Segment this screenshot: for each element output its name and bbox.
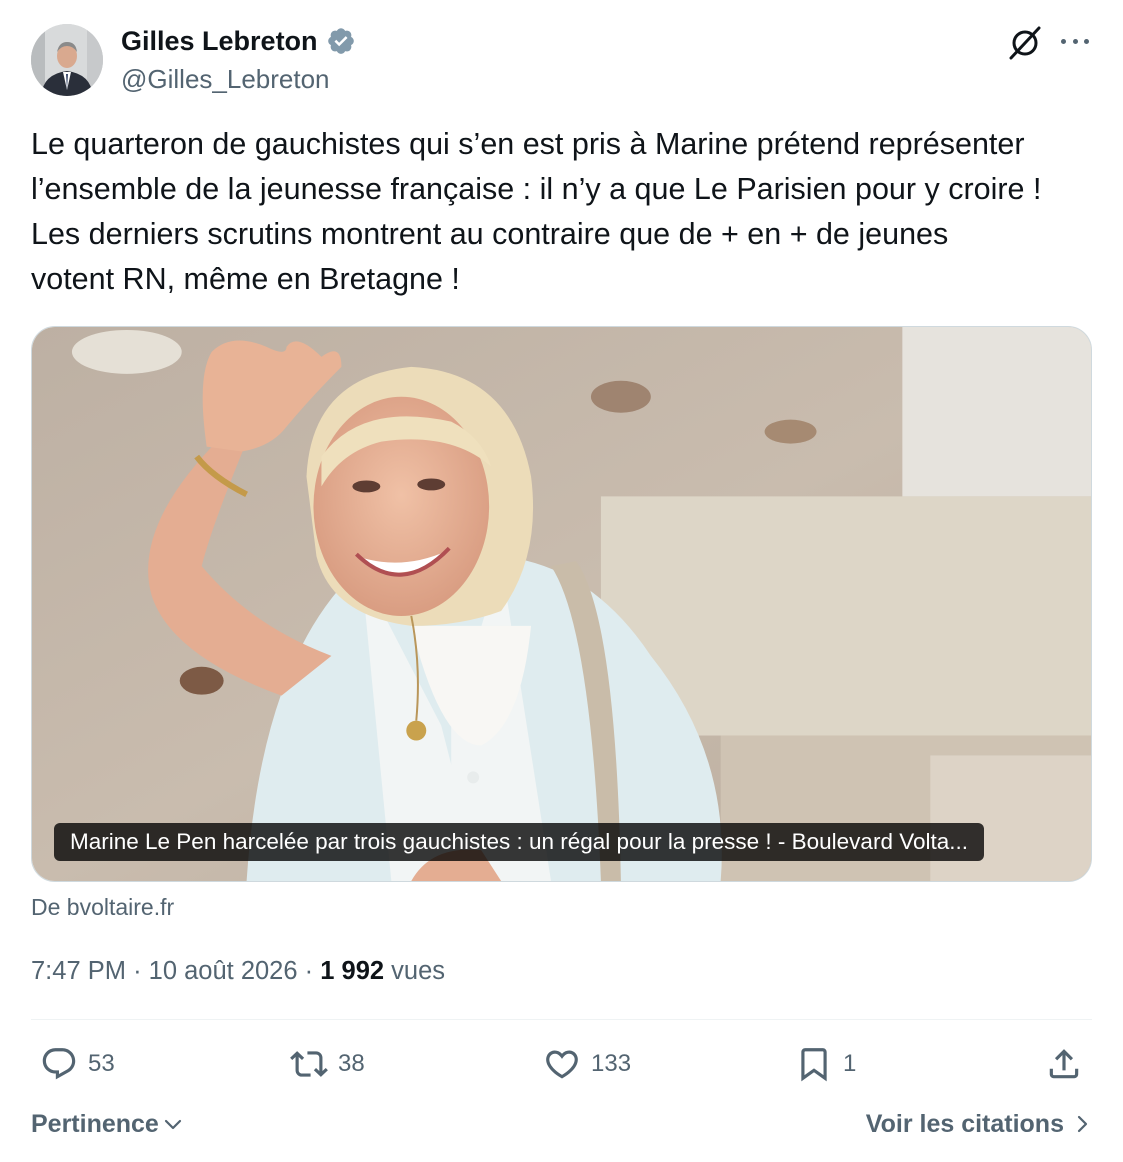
card-image [32,327,1091,881]
verified-badge-icon [327,28,354,54]
bookmark-icon [801,1048,827,1082]
like-button[interactable]: 133 [543,1044,631,1084]
author-name-text[interactable]: Gilles Lebreton [121,24,318,58]
divider [31,1019,1092,1020]
author-avatar[interactable] [31,24,103,96]
retweet-icon [290,1051,328,1077]
share-icon [1049,1049,1079,1079]
quotes-label: Voir les citations [865,1110,1064,1138]
meta-separator: · [304,957,314,985]
author-name[interactable]: Gilles Lebreton [121,24,356,58]
card-caption[interactable]: Marine Le Pen harcelée par trois gauchis… [54,823,985,861]
bookmark-button[interactable]: 1 [795,1044,856,1084]
like-icon [546,1050,578,1079]
more-icon[interactable] [1058,28,1092,54]
reply-button[interactable]: 53 [40,1044,115,1084]
reply-icon [42,1048,76,1080]
sort-dropdown[interactable]: Pertinence [31,1107,185,1141]
chevron-down-icon [164,1119,181,1130]
avatar-image [31,24,103,96]
reply-count: 53 [88,1050,115,1077]
card-source[interactable]: De bvoltaire.fr [31,892,174,922]
tweet-date[interactable]: 10 août 2026 [149,957,298,985]
author-handle[interactable]: @Gilles_Lebreton [121,62,330,96]
grok-icon[interactable] [1006,24,1044,62]
views-label: vues [391,957,446,985]
tweet-time[interactable]: 7:47 PM [31,957,126,985]
sort-label: Pertinence [31,1110,159,1138]
tweet-meta: 7:47 PM · 10 août 2026 · 1 992 vues [31,954,445,988]
link-card[interactable]: Marine Le Pen harcelée par trois gauchis… [31,326,1092,882]
tweet-text: Le quarteron de gauchistes qui s’en est … [31,127,1042,296]
bookmark-count: 1 [843,1050,857,1077]
retweet-count: 38 [338,1050,365,1077]
chevron-right-icon [1077,1115,1088,1133]
like-count: 133 [591,1050,632,1077]
views-count: 1 992 [320,957,385,985]
share-button[interactable] [1045,1044,1083,1084]
view-quotes-link[interactable]: Voir les citations [866,1107,1092,1141]
meta-separator: · [133,957,142,985]
retweet-button[interactable]: 38 [290,1044,365,1084]
